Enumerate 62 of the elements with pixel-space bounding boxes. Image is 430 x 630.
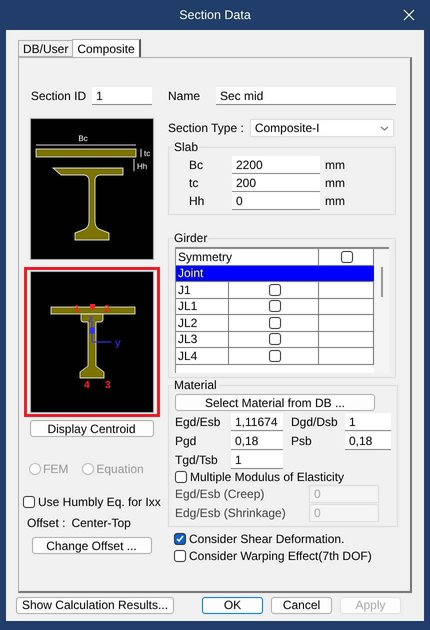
dialog-button[interactable]: OK [202,596,263,614]
offset-value: Center-Top [71,516,131,530]
unit-label: mm [325,194,346,208]
dialog-button[interactable]: Show Calculation Results... [16,596,174,614]
section-id-field[interactable]: 1 [92,87,152,105]
group-title: Material [173,378,218,392]
table-cell[interactable]: JL3 [176,332,229,348]
name-field[interactable]: Sec mid [216,87,396,105]
input-field[interactable]: 0,18 [231,432,283,450]
checkbox-option[interactable]: Use Humbly Eq. for Ixx [23,494,161,510]
field-label: Edg/Esb (Shrinkage) [175,506,287,520]
checkbox[interactable] [341,250,353,263]
field-label: Dgd/Dsb [291,415,339,429]
group-title: Slab [173,140,200,154]
field-label: Psb [291,434,313,448]
field-label: Bc [189,158,204,172]
field-label: Hh [189,194,206,208]
field-label: Section Type : [168,121,244,135]
input-field[interactable]: 200 [232,174,320,192]
checkbox[interactable] [268,284,280,296]
input-field[interactable]: 1,11674 [231,413,283,431]
field-label: tc [189,176,200,190]
input-field[interactable]: 0,18 [345,432,391,450]
field-label: Egd/Esb [175,415,222,429]
field-label: Pgd [175,434,198,448]
tab[interactable]: DB/User [18,40,72,57]
field-label: Egd/Esb (Creep) [175,487,266,501]
input-field[interactable]: 2200 [232,156,320,174]
tab[interactable]: Composite [72,39,141,58]
section-drawing: Bc tc Hh [30,119,152,259]
offset-label: Offset : [27,516,66,530]
group-title: Girder [173,231,208,245]
centroid-drawing: z y 1 2 4 3 [30,272,152,412]
input-field[interactable]: 1 [231,451,283,469]
table-row[interactable]: Joint [176,266,374,282]
section-type-dropdown[interactable]: Composite-I [250,119,394,137]
chevron-icon [380,126,389,130]
input-field[interactable]: 0 [232,192,320,210]
dialog-button[interactable]: Cancel [271,596,332,614]
display-centroid-button[interactable]: Display Centroid [30,420,154,437]
field-label: Name [168,89,202,103]
table-cell[interactable]: JL2 [176,315,229,332]
select-material-button[interactable]: Select Material from DB ... [175,394,375,411]
input-field[interactable]: 1 [345,413,391,431]
checkbox[interactable] [268,350,280,362]
window-title: Section Data [179,8,251,22]
table-cell[interactable]: JL4 [176,348,229,364]
checkbox-option[interactable]: Multiple Modulus of Elasticity [175,469,391,485]
scrollbar[interactable] [374,249,389,373]
table-cell[interactable]: J1 [176,282,229,298]
change-offset-button[interactable]: Change Offset ... [32,537,152,554]
checkbox[interactable] [268,300,280,312]
field-label: Tgd/Tsb [175,453,219,467]
checkbox-option[interactable]: Consider Warping Effect(7th DOF) [174,548,396,564]
checkmark-icon [176,535,184,543]
checkbox[interactable] [268,333,280,346]
unit-label: mm [325,158,346,172]
checkbox-option[interactable]: Consider Shear Deformation. [174,531,396,547]
table-cell[interactable]: JL1 [176,298,229,315]
checkbox[interactable] [268,316,280,329]
field-label: Section ID [30,89,86,103]
unit-label: mm [325,176,346,190]
